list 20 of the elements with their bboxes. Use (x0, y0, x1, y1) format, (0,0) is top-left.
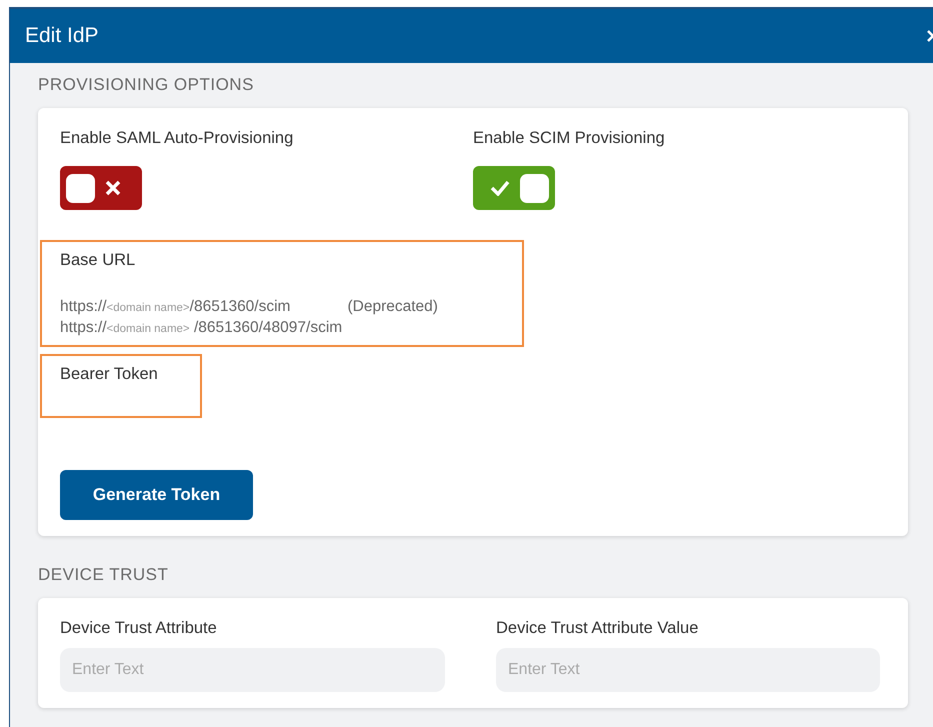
window-title: Edit IdP (25, 23, 99, 50)
close-icon[interactable] (927, 30, 933, 42)
input-field[interactable]: Enter Text (60, 648, 445, 692)
field-label: Device Trust Attribute (60, 618, 218, 638)
field-label: Base URL (60, 250, 136, 272)
url-text: https://<domain name>/8651360/scim (60, 297, 290, 317)
check-icon (490, 180, 510, 196)
close-icon (105, 180, 121, 196)
field-label: Device Trust Attribute Value (496, 618, 700, 638)
toggle-switch[interactable] (60, 166, 142, 210)
url-text: https://<domain name> /8651360/48097/scim (60, 318, 342, 338)
field-label: Bearer Token (60, 364, 159, 385)
section-title: DEVICE TRUST (38, 564, 170, 586)
toggle-label: Enable SAML Auto-Provisioning (60, 128, 294, 148)
toggle-label: Enable SCIM Provisioning (473, 128, 666, 148)
deprecated-note: (Deprecated) (347, 297, 438, 317)
toggle-switch[interactable] (473, 166, 555, 210)
section-title: PROVISIONING OPTIONS (38, 74, 255, 96)
input-field[interactable]: Enter Text (496, 648, 880, 692)
generate-token-button[interactable]: Generate Token (60, 470, 253, 520)
